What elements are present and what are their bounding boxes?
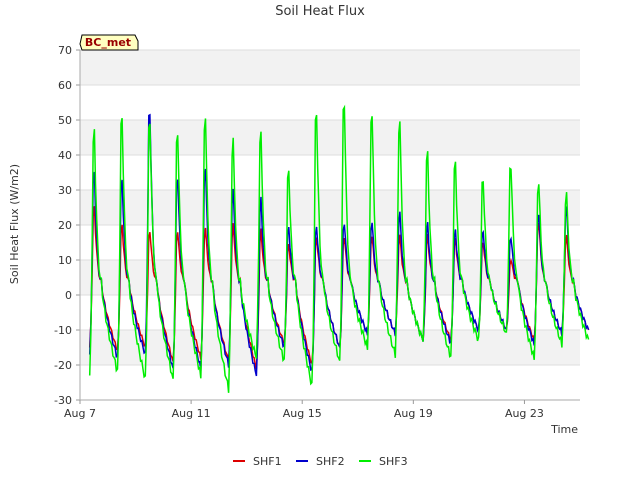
y-tick-label: -20: [54, 359, 72, 372]
chart-title: Soil Heat Flux: [275, 4, 365, 19]
x-tick-label: Aug 23: [505, 407, 544, 420]
y-tick-label: 30: [58, 184, 72, 197]
y-tick-label: 70: [58, 44, 72, 57]
chart: Soil Heat Flux -30-20-10010203040506070 …: [8, 4, 590, 468]
x-axis: Aug 7 Aug 11 Aug 15 Aug 19 Aug 23: [64, 399, 580, 420]
site-label: BC_met: [85, 36, 131, 49]
y-tick-label: 50: [58, 114, 72, 127]
y-tick-label: 20: [58, 219, 72, 232]
x-tick-label: Aug 15: [283, 407, 322, 420]
x-tick-label: Aug 7: [64, 407, 96, 420]
y-axis: -30 -20 -10 0 10 20 30 40 50 60 70: [54, 44, 81, 407]
y-tick-label: 0: [65, 289, 72, 302]
legend-label-shf1: SHF1: [253, 455, 282, 468]
legend-label-shf2: SHF2: [316, 455, 345, 468]
site-label-box: BC_met: [79, 34, 139, 51]
y-tick-label: -30: [54, 394, 72, 407]
y-tick-label: -10: [54, 324, 72, 337]
x-tick-label: Aug 11: [172, 407, 211, 420]
y-tick-label: 60: [58, 79, 72, 92]
x-tick-label: Aug 19: [394, 407, 433, 420]
y-axis-label: Soil Heat Flux (W/m2): [8, 164, 21, 284]
y-tick-label: 40: [58, 149, 72, 162]
x-axis-label: Time: [550, 423, 578, 436]
legend: SHF1 SHF2 SHF3: [233, 455, 408, 468]
y-tick-label: 10: [58, 254, 72, 267]
legend-label-shf3: SHF3: [379, 455, 408, 468]
